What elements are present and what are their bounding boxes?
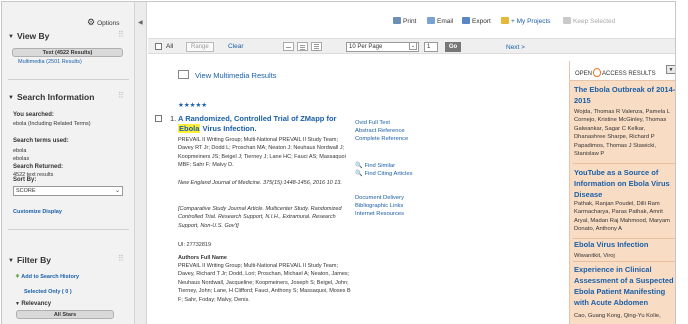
customize-display-link[interactable]: Customize Display (13, 209, 62, 215)
sort-by-select[interactable]: SCORE ⌄ (13, 186, 123, 196)
page-number-input[interactable]: 1 (424, 42, 438, 52)
open-access-panel: OPEN ACCESS RESULTS ▼ The Ebola Outbreak … (569, 61, 675, 324)
collapse-left-icon: ◀ (138, 20, 143, 26)
view-multimedia-link[interactable]: Multimedia (2501 Results) (18, 59, 82, 65)
collapse-triangle-icon: ▼ (8, 258, 14, 264)
oa-result-authors: Wiwanitkit, Viroj (574, 253, 615, 259)
chevron-down-icon: ⌄ (409, 42, 417, 50)
my-projects-button[interactable]: + My Projects (501, 17, 551, 25)
oa-result-title-link[interactable]: YouTube as a Source of Information on Eb… (574, 167, 675, 200)
select-all-checkbox[interactable] (155, 43, 162, 50)
result-title-link[interactable]: A Randomized, Controlled Trial of ZMapp … (178, 114, 348, 134)
title-view-icon[interactable] (283, 42, 294, 51)
searched-label: You searched: (13, 112, 54, 118)
printer-icon (393, 17, 401, 24)
panel-menu-button[interactable]: ▼ (666, 65, 675, 74)
oa-result-title-link[interactable]: Ebola Virus Infection (574, 239, 675, 250)
range-button[interactable]: Range (186, 42, 214, 52)
find-citing-articles-link[interactable]: 🔍 Find Citing Articles (355, 170, 425, 178)
search-information-header[interactable]: ▼ Search Information (8, 92, 94, 102)
result-citation: New England Journal of Medicine. 375(15)… (178, 180, 342, 186)
print-button[interactable]: Print (393, 17, 416, 25)
open-access-title: OPEN ACCESS RESULTS (575, 68, 656, 77)
collapse-triangle-icon: ▼ (8, 34, 14, 40)
view-multimedia-results-link[interactable]: View Multimedia Results (195, 71, 277, 80)
collapse-triangle-icon: ▼ (8, 95, 14, 101)
document-delivery-link[interactable]: Document Delivery (355, 194, 425, 202)
authors-full-name: PREVAIL II Writing Group; Multi-National… (178, 263, 351, 303)
magnifier-icon: 🔍 (355, 163, 363, 169)
divider (573, 163, 675, 164)
add-to-search-history-link[interactable]: ⚘ Add to Search History (15, 274, 79, 280)
search-term-highlight: Ebola (178, 124, 201, 133)
returned-label: Search Returned: (13, 164, 64, 170)
result-publication-type: [Comparative Study Journal Article. Mult… (178, 206, 342, 229)
email-button[interactable]: Email (427, 17, 453, 25)
divider (8, 229, 129, 230)
searched-value: ebola (Including Related Terms) (13, 121, 91, 127)
keep-selected-button[interactable]: Keep Selected (563, 17, 615, 25)
relevancy-stars: ★★★★★ (178, 102, 208, 109)
terms-label: Search terms used: (13, 138, 69, 144)
oa-result-authors: Pathak, Ranjan Poudel, Dilli Ram Karmach… (574, 201, 671, 233)
find-similar-link[interactable]: 🔍 Find Similar (355, 162, 425, 170)
all-stars-pill[interactable]: All Stars (16, 310, 114, 319)
all-label: All (166, 43, 174, 50)
ovid-search-results-window: ⚙ Options ▼ View By ⠿ Text (4522 Results) … (1, 1, 676, 324)
result-number: 1. (170, 114, 177, 123)
drag-handle-icon[interactable]: ⠿ (118, 254, 124, 263)
oa-result-title-link[interactable]: Experience in Clinical Assessment of a S… (574, 264, 675, 308)
citation-view-icon[interactable] (297, 42, 308, 51)
filter-by-header[interactable]: ▼ Filter By (8, 255, 51, 265)
magnifier-icon: 🔍 (355, 171, 363, 177)
results-toolbar: Print Email Export + My Projects Keep Se… (148, 17, 675, 28)
oa-result-title-link[interactable]: The Ebola Outbreak of 2014-2015 (574, 84, 675, 106)
image-icon (178, 70, 189, 79)
result-ui: UI: 27732819 (178, 242, 212, 248)
per-page-select[interactable]: 10 Per Page ⌄ (346, 42, 419, 52)
next-page-link[interactable]: Next > (506, 44, 525, 51)
go-button[interactable]: Go (445, 42, 461, 52)
divider (573, 261, 675, 262)
open-access-lock-icon (593, 68, 602, 77)
clear-link[interactable]: Clear (228, 43, 244, 50)
result-authors: PREVAIL II Writing Group; Multi-National… (178, 137, 346, 169)
relevancy-header[interactable]: ▼ Relevancy (15, 301, 51, 307)
oa-result-authors: Wojda, Thomas R Valenza, Pamela L Cornej… (574, 109, 670, 158)
result-checkbox[interactable] (155, 115, 162, 122)
sidebar-collapse-bar[interactable]: ◀ (135, 2, 147, 324)
view-text-pill[interactable]: Text (4522 Results) (12, 48, 123, 57)
oa-result-authors: Cao, Guang Kong, Qing-Yu Kolie, (574, 313, 661, 319)
abstract-reference-link[interactable]: Abstract Reference (355, 127, 425, 135)
left-sidebar: ⚙ Options ▼ View By ⠿ Text (4522 Results) … (2, 2, 135, 324)
abstract-view-icon[interactable] (311, 42, 322, 51)
bibliographic-links-link[interactable]: Bibliographic Links (355, 202, 425, 210)
result-delivery-group: Document Delivery Bibliographic Links In… (355, 194, 425, 218)
export-button[interactable]: Export (462, 17, 491, 25)
ovid-full-text-link[interactable]: Ovid Full Text (355, 119, 425, 127)
main-content: Print Email Export + My Projects Keep Se… (148, 2, 675, 324)
result-similar-group: 🔍 Find Similar 🔍 Find Citing Articles (355, 162, 425, 178)
chevron-down-icon: ⌄ (114, 188, 120, 194)
drag-handle-icon[interactable]: ⠿ (118, 91, 124, 100)
sort-by-label: Sort By: (13, 177, 37, 183)
view-by-header[interactable]: ▼ View By (8, 31, 49, 41)
results-list: View Multimedia Results ★★★★★ 1. A Rando… (148, 55, 418, 324)
folder-icon (501, 17, 509, 24)
internet-resources-link[interactable]: Internet Resources (355, 210, 425, 218)
selected-only-link[interactable]: Selected Only ( 0 ) (24, 289, 72, 295)
term-item: ebola (13, 148, 27, 154)
term-item: ebolas (13, 156, 30, 162)
options-button[interactable]: ⚙ Options (87, 17, 119, 28)
complete-reference-link[interactable]: Complete Reference (355, 135, 425, 143)
drag-handle-icon[interactable]: ⠿ (118, 30, 124, 39)
result-links-group: Ovid Full Text Abstract Reference Comple… (355, 119, 425, 143)
email-icon (427, 17, 435, 24)
open-access-header: OPEN ACCESS RESULTS ▼ (570, 61, 675, 81)
divider (8, 79, 129, 80)
gear-icon: ⚙ (87, 17, 96, 27)
results-nav-bar: All Range Clear 10 Per Page ⌄ 1 Go Next > (148, 38, 675, 54)
keep-icon (563, 17, 571, 24)
export-icon (462, 17, 470, 24)
